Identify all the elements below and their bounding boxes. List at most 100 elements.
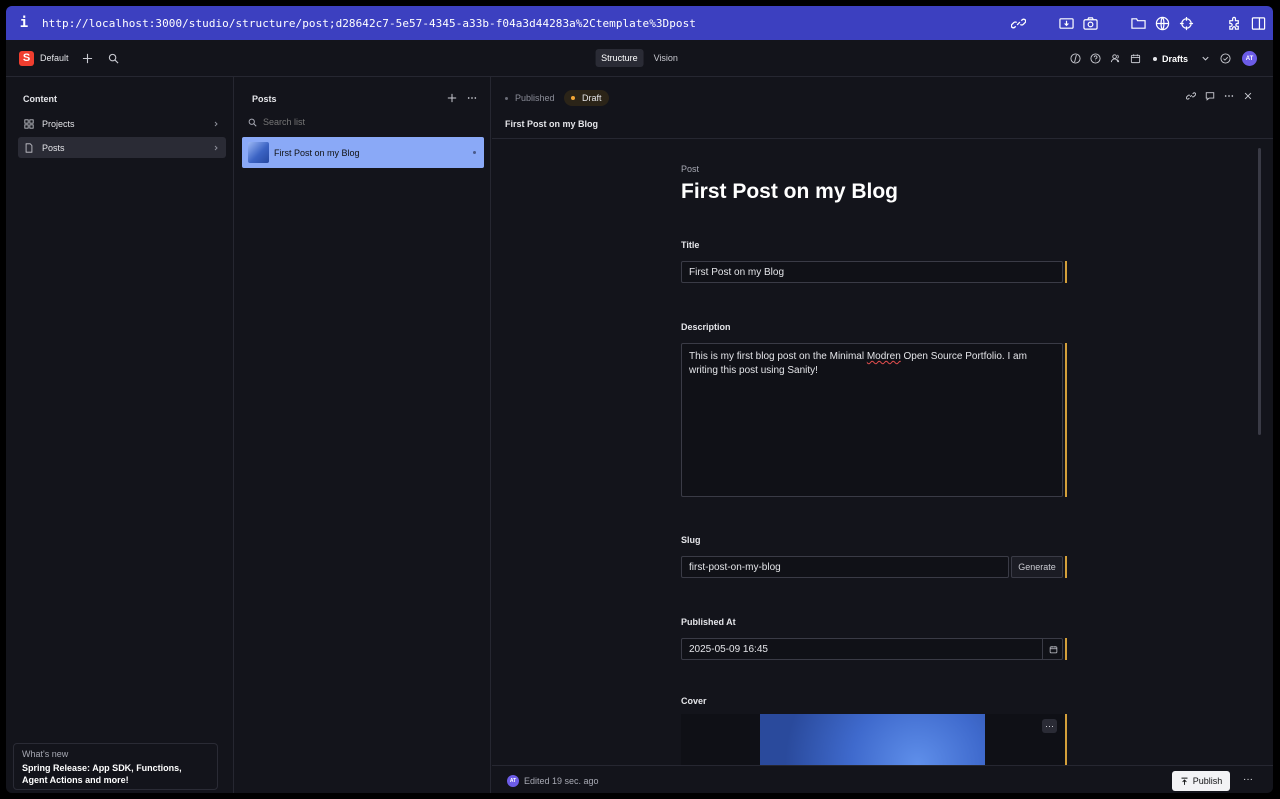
- link-icon[interactable]: [1009, 14, 1027, 32]
- tab-structure[interactable]: Structure: [595, 49, 644, 67]
- description-field-label: Description: [681, 322, 731, 332]
- content-pane: Content Projects Posts What's new Spring…: [6, 77, 234, 793]
- calendar-icon: [1049, 645, 1057, 653]
- search-list: [246, 112, 484, 132]
- app-window: i http://localhost:3000/studio/structure…: [6, 6, 1273, 793]
- draft-badge[interactable]: Draft: [564, 90, 609, 106]
- posts-pane: Posts First Post on my Blog: [235, 77, 491, 793]
- date-picker-button[interactable]: [1042, 638, 1063, 660]
- document-footer: AT Edited 19 sec. ago Publish ···: [492, 765, 1273, 793]
- published-label: Published: [515, 93, 555, 103]
- presentation-icon[interactable]: [1069, 52, 1083, 66]
- help-icon[interactable]: [1089, 52, 1103, 66]
- users-icon[interactable]: [1109, 52, 1123, 66]
- slug-input[interactable]: first-post-on-my-blog: [681, 556, 1009, 578]
- header-divider: [492, 138, 1273, 139]
- content-item-projects[interactable]: Projects: [18, 113, 226, 134]
- publish-icon: [1181, 777, 1188, 785]
- extensions-icon[interactable]: [1225, 14, 1243, 32]
- sidebar-toggle-icon[interactable]: [1249, 14, 1267, 32]
- cover-menu-button[interactable]: ···: [1042, 719, 1057, 733]
- document-icon: [25, 142, 33, 153]
- scrollbar-thumb[interactable]: [1258, 148, 1261, 435]
- published-at-input[interactable]: 2025-05-09 16:45: [681, 638, 1063, 660]
- search-list-input[interactable]: [263, 117, 463, 127]
- link-icon[interactable]: [1185, 90, 1196, 101]
- grid-icon: [24, 118, 34, 129]
- field-change-bar: [1065, 261, 1067, 283]
- content-item-label: Projects: [42, 118, 75, 129]
- more-actions-icon[interactable]: ···: [1243, 774, 1253, 785]
- field-change-bar: [1065, 714, 1067, 770]
- comment-icon[interactable]: [1204, 90, 1215, 101]
- globe-icon[interactable]: [1153, 14, 1171, 32]
- url-text[interactable]: http://localhost:3000/studio/structure/p…: [42, 17, 696, 30]
- document-breadcrumb: First Post on my Blog: [505, 119, 599, 129]
- content-item-posts[interactable]: Posts: [18, 137, 226, 158]
- posts-pane-title: Posts: [252, 94, 277, 104]
- tasks-check-icon[interactable]: [1218, 52, 1232, 66]
- document-actions: [1185, 90, 1253, 101]
- description-textarea[interactable]: This is my first blog post on the Minima…: [681, 343, 1063, 497]
- close-icon[interactable]: [1242, 90, 1253, 101]
- studio-navbar: S Default Structure Vision Drafts AT: [6, 40, 1273, 77]
- perspective-drafts[interactable]: Drafts: [1149, 54, 1192, 64]
- published-badge[interactable]: Published: [498, 90, 562, 106]
- more-menu-icon[interactable]: [1223, 90, 1234, 101]
- whats-new-text: Spring Release: App SDK, Functions, Agen…: [22, 763, 182, 785]
- posts-pane-actions: [446, 92, 478, 104]
- camera-icon[interactable]: [1081, 14, 1099, 32]
- user-avatar[interactable]: AT: [1242, 51, 1257, 66]
- workspace-name[interactable]: Default: [40, 53, 69, 63]
- whats-new-label: What's new: [22, 749, 69, 759]
- drafts-dot-icon: [1152, 56, 1157, 61]
- description-text: This is my first blog post on the Minima…: [689, 351, 867, 362]
- screen-capture-icon[interactable]: [1057, 14, 1075, 32]
- editor-avatar: AT: [507, 775, 519, 787]
- field-change-bar: [1065, 556, 1067, 578]
- published-dot-icon: [505, 96, 508, 100]
- post-list-title: First Post on my Blog: [274, 147, 360, 158]
- cover-image-preview: [760, 714, 985, 770]
- tab-vision[interactable]: Vision: [648, 49, 684, 67]
- edited-timestamp: Edited 19 sec. ago: [524, 776, 599, 786]
- title-input[interactable]: First Post on my Blog: [681, 261, 1063, 283]
- more-menu-icon[interactable]: [466, 92, 478, 104]
- drafts-label: Drafts: [1161, 53, 1188, 64]
- folder-icon[interactable]: [1129, 14, 1147, 32]
- whats-new-card[interactable]: What's new Spring Release: App SDK, Func…: [13, 743, 218, 790]
- create-plus-icon[interactable]: [81, 51, 95, 65]
- search-icon: [248, 118, 257, 127]
- tool-tabs: Structure Vision: [595, 49, 684, 67]
- cover-field-label: Cover: [681, 696, 707, 706]
- document-title: First Post on my Blog: [681, 180, 899, 203]
- chevron-down-icon[interactable]: [1198, 52, 1212, 66]
- calendar-icon[interactable]: [1129, 52, 1143, 66]
- document-header: Published Draft First Post on my Blog: [492, 77, 1273, 129]
- navbar-right: Drafts AT: [1069, 40, 1257, 77]
- field-change-bar: [1065, 638, 1067, 660]
- add-post-icon[interactable]: [446, 92, 458, 104]
- slug-field-label: Slug: [681, 535, 701, 545]
- draft-indicator-icon: [473, 151, 476, 154]
- published-at-field-label: Published At: [681, 617, 736, 627]
- content-item-label: Posts: [42, 142, 65, 153]
- search-icon[interactable]: [107, 51, 121, 65]
- title-field-label: Title: [681, 240, 700, 250]
- publish-label: Publish: [1192, 776, 1223, 786]
- document-pane: Published Draft First Post on my Blog Po…: [492, 77, 1273, 793]
- post-thumbnail: [248, 142, 269, 163]
- misspelled-word: Modren: [866, 351, 901, 362]
- publish-button[interactable]: Publish: [1172, 771, 1230, 791]
- crosshair-icon[interactable]: [1177, 14, 1195, 32]
- field-change-bar: [1065, 343, 1067, 497]
- chevron-right-icon: [214, 121, 218, 126]
- url-bar: i http://localhost:3000/studio/structure…: [6, 6, 1273, 40]
- document-type-label: Post: [681, 164, 700, 174]
- sanity-logo[interactable]: S: [19, 50, 34, 66]
- chevron-right-icon: [214, 145, 218, 150]
- generate-slug-button[interactable]: Generate: [1011, 556, 1063, 578]
- info-icon[interactable]: i: [6, 15, 42, 31]
- post-list-item[interactable]: First Post on my Blog: [242, 137, 484, 168]
- cover-image-field[interactable]: ···: [681, 714, 1065, 770]
